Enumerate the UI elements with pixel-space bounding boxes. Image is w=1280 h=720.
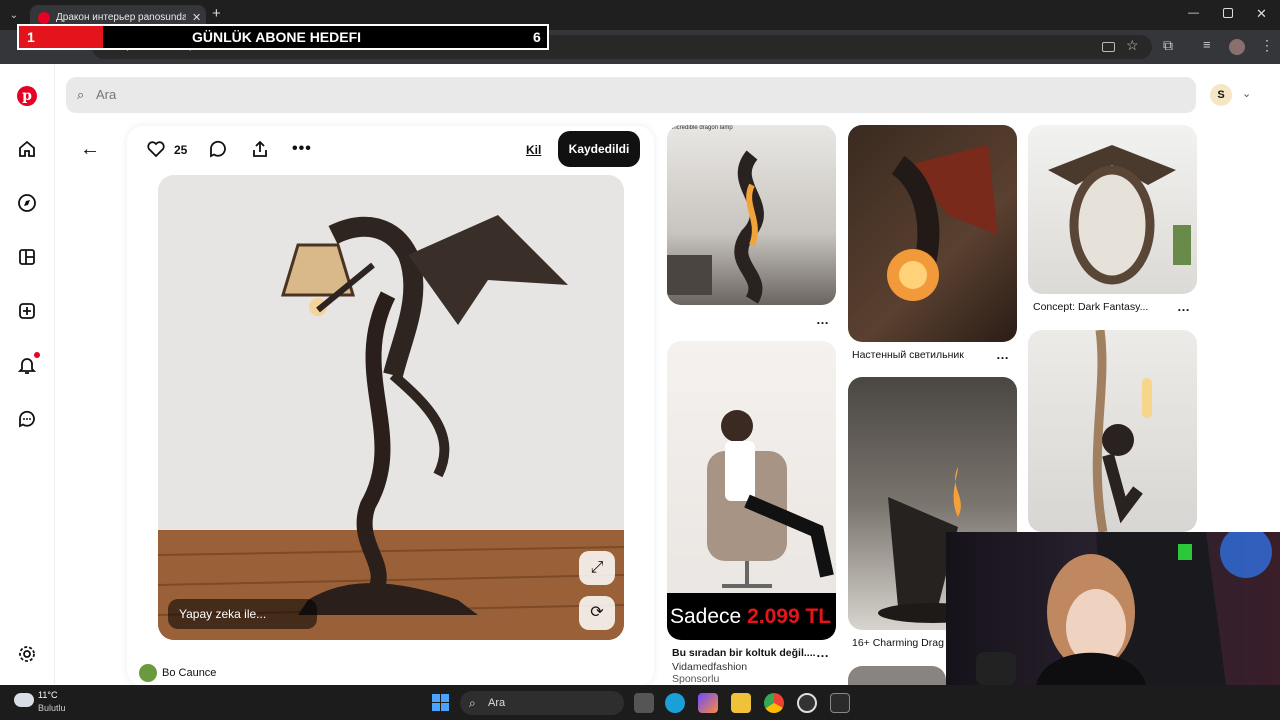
notification-dot: [34, 352, 40, 358]
settings-gear-icon[interactable]: [16, 643, 38, 665]
pin-tile-monkey-rope-lamp[interactable]: [1028, 330, 1197, 532]
expand-icon[interactable]: ⤢: [579, 551, 615, 585]
goal-current-count: 1: [27, 29, 35, 45]
taskbar-search-placeholder: Ara: [488, 697, 506, 709]
goal-target-count: 6: [533, 29, 541, 45]
ad-banner-price: 2.099 TL: [747, 605, 832, 628]
create-icon[interactable]: [16, 300, 38, 322]
comment-icon[interactable]: [208, 139, 228, 164]
tile-label: incredible dragon lamp: [672, 125, 733, 131]
visual-search-icon[interactable]: ⟳: [579, 596, 615, 630]
sponsored-ad-tile[interactable]: Sadece 2.099 TL: [667, 341, 836, 640]
weather-cloud-icon: [14, 693, 34, 707]
tile-2-more-icon[interactable]: …: [996, 347, 1010, 362]
ad-banner-prefix: Sadece: [670, 605, 742, 628]
new-tab-icon[interactable]: +: [212, 5, 221, 22]
pin-tile-dragon-mirror[interactable]: [1028, 125, 1197, 294]
account-avatar[interactable]: S: [1210, 84, 1232, 106]
browser-menu-icon[interactable]: ⋮: [1260, 37, 1274, 54]
edge-browser-icon[interactable]: [665, 693, 685, 713]
bookmark-star-icon[interactable]: ☆: [1126, 37, 1139, 54]
search-input[interactable]: ⌕ Ara: [66, 77, 1196, 113]
media-controls-icon[interactable]: ≡: [1203, 37, 1211, 52]
monkey-lamp-illustration: [1092, 330, 1152, 532]
tab-title: Дракон интерьер panosundaki: [56, 12, 186, 23]
streamer-webcam-overlay: [946, 532, 1280, 685]
dragon-lamp-illustration: [158, 175, 624, 640]
pin-tile-partial[interactable]: [848, 666, 946, 685]
windows-start-icon[interactable]: [432, 694, 449, 711]
ad-title[interactable]: Bu sıradan bir koltuk değil....: [672, 647, 816, 659]
pinterest-favicon-icon: [38, 11, 50, 24]
ad-brand[interactable]: Vidamedfashion: [672, 661, 747, 673]
chair-illustration: [707, 410, 834, 588]
avatar-letter: S: [1217, 89, 1225, 101]
file-explorer-icon[interactable]: [731, 693, 751, 713]
obs-icon[interactable]: [797, 693, 817, 713]
board-name-link[interactable]: Kil: [526, 143, 541, 157]
close-window-icon[interactable]: ✕: [1256, 6, 1267, 22]
terminal-icon[interactable]: [830, 693, 850, 713]
pin-tile-spiral-dragon-lamp[interactable]: incredible dragon lamp: [667, 125, 836, 305]
tile-3-caption: Concept: Dark Fantasy...: [1033, 301, 1149, 313]
profile-avatar[interactable]: [1229, 39, 1245, 55]
boards-icon[interactable]: [16, 246, 38, 268]
more-options-icon[interactable]: •••: [292, 140, 312, 158]
pin-tile-dragon-wall-lamp[interactable]: [848, 125, 1017, 342]
windows-taskbar: 11°C Bulutlu ⌕ Ara: [0, 685, 1280, 720]
pinterest-sidebar: p: [0, 64, 55, 684]
taskbar-search-input[interactable]: ⌕ Ara: [460, 691, 624, 715]
pin-image-dragon-floor-lamp[interactable]: Yapay zeka ile... ⤢ ⟳: [158, 175, 624, 640]
saved-button[interactable]: Kaydedildi: [558, 131, 640, 167]
messages-icon[interactable]: [16, 408, 38, 430]
restore-icon[interactable]: [1223, 8, 1233, 18]
wall-lamp-illustration: [887, 145, 998, 301]
search-placeholder: Ara: [96, 87, 117, 102]
search-icon: ⌕: [77, 87, 85, 102]
tab-list-icon[interactable]: ⌄: [6, 8, 22, 24]
webcam-feed-illustration: [976, 532, 1272, 685]
share-icon[interactable]: [250, 139, 270, 164]
pinterest-logo-icon[interactable]: p: [16, 85, 38, 107]
weather-condition: Bulutlu: [38, 703, 66, 713]
ai-label-chip[interactable]: Yapay zeka ile...: [168, 599, 317, 629]
install-app-icon[interactable]: [1102, 42, 1115, 52]
weather-temperature[interactable]: 11°C: [38, 690, 57, 700]
tab-close-icon[interactable]: ✕: [192, 11, 201, 24]
home-icon[interactable]: [16, 138, 38, 160]
tile-5-caption: 16+ Charming Drag: [852, 637, 944, 649]
tile-1-more-icon[interactable]: …: [816, 312, 830, 327]
author-name[interactable]: Bo Caunce: [162, 667, 216, 679]
ad-price-banner: Sadece 2.099 TL: [667, 593, 836, 640]
copilot-icon[interactable]: [698, 693, 718, 713]
like-heart-icon[interactable]: [146, 139, 166, 164]
ad-sponsored-label: Sponsorlu: [672, 673, 720, 685]
explore-icon[interactable]: [16, 192, 38, 214]
task-view-icon[interactable]: [634, 693, 654, 713]
subscriber-goal-overlay: 1 GÜNLÜK ABONE HEDEFI 6: [17, 24, 549, 50]
tile-2-caption: Настенный светильник: [852, 349, 964, 361]
account-chevron-down-icon[interactable]: ⌄: [1242, 87, 1251, 100]
like-count: 25: [174, 143, 188, 157]
goal-title: GÜNLÜK ABONE HEDEFI: [192, 29, 362, 45]
author-avatar[interactable]: [139, 664, 157, 682]
ad-more-icon[interactable]: …: [816, 645, 830, 660]
minimize-icon[interactable]: —: [1188, 7, 1199, 19]
taskbar-search-icon: ⌕: [469, 696, 476, 710]
notifications-bell-icon[interactable]: [16, 352, 40, 376]
tile-3-more-icon[interactable]: …: [1177, 299, 1191, 314]
mirror-illustration: [1048, 145, 1191, 285]
back-arrow-icon[interactable]: ←: [80, 138, 100, 161]
spiral-lamp-illustration: [667, 150, 764, 304]
saved-button-label: Kaydedildi: [568, 142, 630, 156]
extensions-icon[interactable]: ⧉: [1163, 37, 1173, 54]
chrome-icon[interactable]: [764, 693, 784, 713]
ai-label-text: Yapay zeka ile...: [179, 607, 267, 621]
